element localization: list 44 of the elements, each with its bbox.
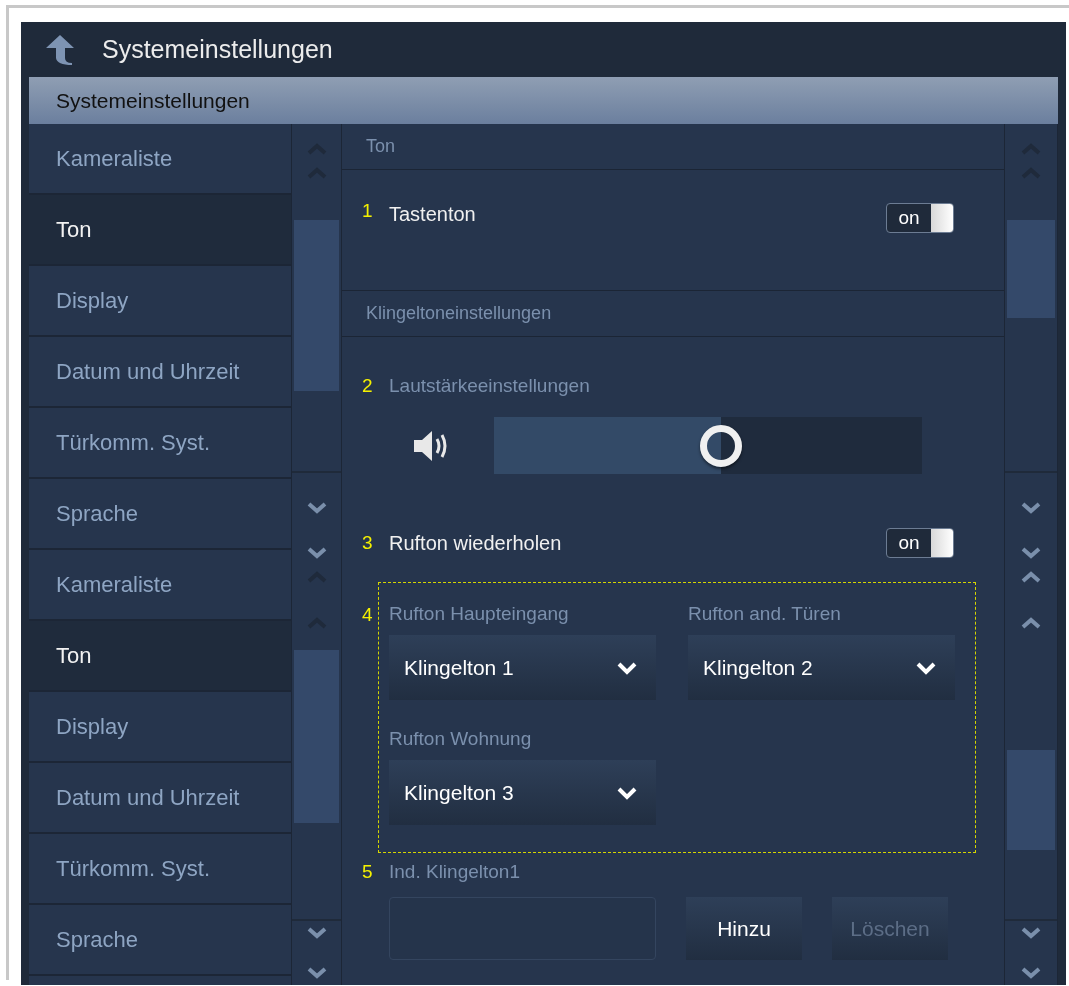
chevron-down-icon[interactable] (1021, 967, 1041, 979)
chevron-up-icon[interactable] (1021, 617, 1041, 629)
dropdown[interactable]: Klingelton 3 (389, 760, 656, 825)
chevron-down-icon[interactable] (306, 547, 327, 559)
setting-label: Rufton wiederholen (389, 531, 563, 555)
annotation-number: 1 (362, 200, 374, 222)
annotation-number: 4 (362, 604, 374, 626)
scrollbar-thumb[interactable] (1007, 750, 1055, 850)
setting-label: Tastenton (389, 203, 477, 226)
field-label: Rufton Haupteingang (389, 603, 570, 625)
setting-label: Lautstärkeeinstellungen (389, 375, 590, 397)
toggle-switch[interactable]: on (886, 203, 954, 233)
chevron-down-icon[interactable] (306, 967, 327, 979)
chevron-up-icon[interactable] (1021, 571, 1041, 583)
back-arrow-icon[interactable] (45, 33, 75, 66)
section-heading: Ton (366, 136, 396, 157)
slider-thumb[interactable] (699, 425, 742, 467)
annotation-number: 5 (362, 861, 374, 883)
sidebar-item[interactable]: Ton (29, 195, 291, 266)
field-label: Rufton Wohnung (389, 728, 533, 750)
chevron-down-icon[interactable] (306, 927, 327, 939)
chevron-down-icon[interactable] (1021, 927, 1041, 939)
chevron-down-icon (616, 660, 638, 675)
dropdown[interactable]: Klingelton 2 (688, 635, 955, 700)
chevron-down-icon (915, 660, 937, 675)
section-heading: Klingeltoneinstellungen (366, 303, 552, 324)
toggle-switch[interactable]: on (886, 528, 954, 558)
chevron-down-icon[interactable] (306, 502, 327, 514)
volume-slider[interactable] (494, 417, 922, 474)
section-title: Systemeinstellungen (56, 88, 250, 113)
setting-label: Ind. Klingelton1 (389, 861, 520, 883)
dropdown[interactable]: Klingelton 1 (389, 635, 656, 700)
field-label: Rufton and. Türen (688, 603, 842, 625)
annotation-number: 2 (362, 375, 374, 397)
scrollbar-thumb[interactable] (294, 650, 339, 823)
scrollbar-thumb[interactable] (1007, 220, 1055, 318)
chevron-down-icon[interactable] (1021, 502, 1041, 514)
annotation-number: 3 (362, 532, 374, 554)
scrollbar-thumb[interactable] (294, 220, 339, 391)
action-button[interactable]: Hinzu (686, 897, 802, 960)
chevron-down-icon[interactable] (1021, 547, 1041, 559)
sidebar-item[interactable]: Ton (29, 621, 291, 692)
chevron-down-icon (616, 785, 638, 800)
window-title: Systemeinstellungen (102, 35, 333, 64)
